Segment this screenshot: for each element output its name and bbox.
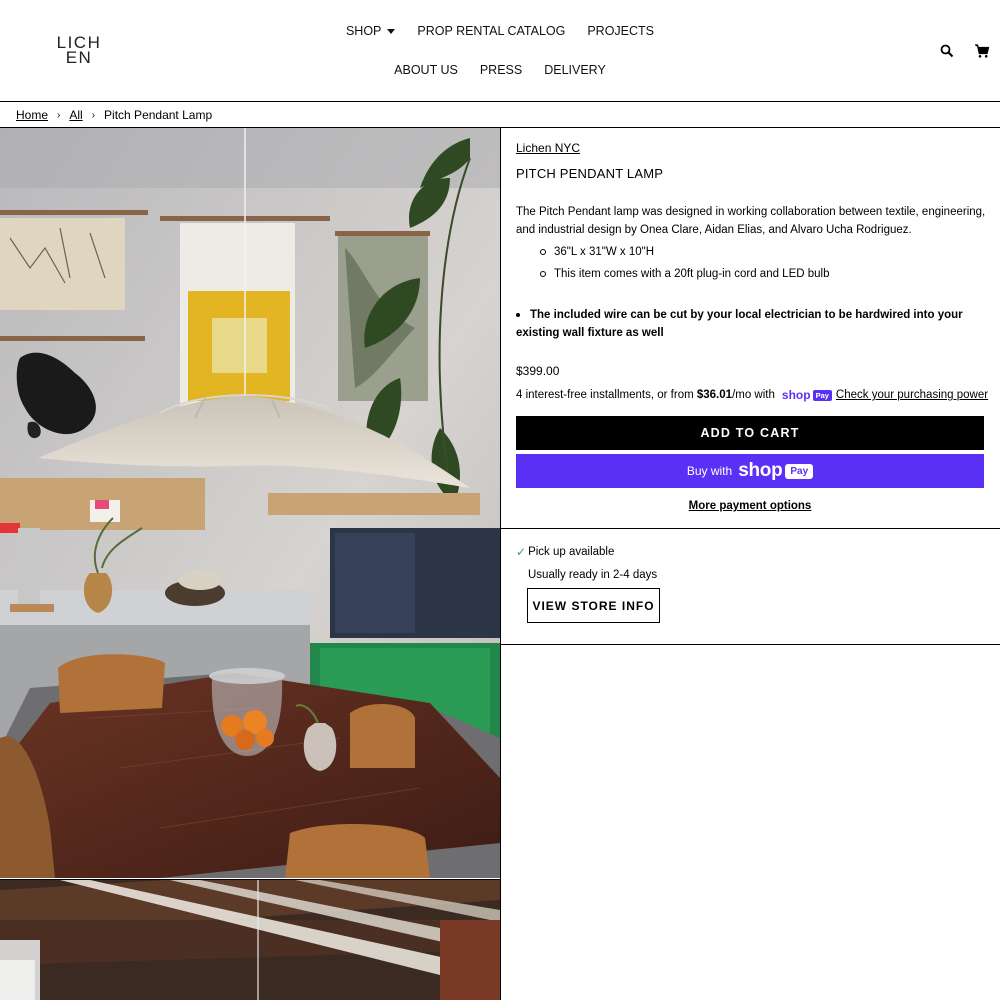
more-payment-options-link[interactable]: More payment options (516, 500, 984, 512)
cart-icon[interactable] (974, 43, 990, 59)
nav-projects[interactable]: PROJECTS (587, 24, 654, 38)
checkmark-icon: ✓ (516, 545, 527, 559)
pickup-status: Pick up available (528, 546, 615, 558)
nav-delivery[interactable]: DELIVERY (544, 63, 606, 77)
vendor-link[interactable]: Lichen NYC (516, 141, 580, 155)
breadcrumb-separator: › (57, 109, 61, 121)
divider (501, 528, 1000, 529)
installments-suffix: /mo with (732, 389, 775, 401)
shop-pay-wordmark: shop (781, 388, 811, 402)
pickup-availability: ✓ Pick up available (516, 545, 614, 559)
buy-with-shop-pay-button[interactable]: Buy with shop Pay (516, 454, 984, 488)
lamp-dining-room-photo (0, 128, 500, 878)
breadcrumb-current: Pitch Pendant Lamp (104, 108, 213, 122)
shop-pay-pill: Pay (785, 463, 814, 479)
product-description: The Pitch Pendant lamp was designed in w… (516, 206, 986, 236)
ceiling-beams-photo (0, 880, 500, 1000)
main-nav-row-2: ABOUT US PRESS DELIVERY (0, 63, 1000, 77)
installment-amount: $36.01 (696, 389, 733, 401)
product-title: PITCH PENDANT LAMP (516, 166, 664, 181)
caret-down-icon (387, 28, 396, 34)
pickup-ready-time: Usually ready in 2-4 days (528, 569, 658, 581)
spec-dimensions: 36"L x 31"W x 10"H (540, 241, 830, 263)
installments-prefix: 4 interest-free installments, or from (516, 389, 694, 401)
breadcrumb-all[interactable]: All (69, 108, 82, 122)
search-icon[interactable] (939, 43, 955, 59)
product-image-main[interactable] (0, 128, 500, 878)
nav-press[interactable]: PRESS (480, 63, 522, 77)
shop-pay-pill: Pay (812, 389, 832, 401)
breadcrumb-separator: › (91, 109, 96, 121)
logo[interactable]: LICH EN (55, 34, 103, 66)
nav-shop[interactable]: SHOP (345, 24, 396, 38)
shop-pay-wordmark: shop (738, 460, 783, 481)
wiring-note-text: The included wire can be cut by your loc… (516, 309, 963, 339)
divider (501, 644, 1000, 645)
shop-pay-logo: shop Pay (782, 388, 832, 402)
product-image-secondary[interactable] (0, 879, 500, 1000)
purchasing-power-link[interactable]: Check your purchasing power (836, 389, 988, 401)
view-store-info-button[interactable]: VIEW STORE INFO (527, 588, 660, 623)
site-header: LICH EN SHOP PROP RENTAL CATALOG PROJECT… (0, 0, 1000, 102)
nav-prop-rental-catalog[interactable]: PROP RENTAL CATALOG (417, 24, 565, 38)
main-nav-row-1: SHOP PROP RENTAL CATALOG PROJECTS (0, 24, 1000, 38)
spec-cord: This item comes with a 20ft plug-in cord… (540, 263, 830, 285)
wiring-note: The included wire can be cut by your loc… (516, 306, 986, 342)
breadcrumb: Home › All › Pitch Pendant Lamp (16, 108, 212, 122)
breadcrumb-home[interactable]: Home (16, 108, 48, 122)
nav-shop-label: SHOP (345, 24, 382, 38)
bullet-icon (516, 312, 520, 317)
installments-message: 4 interest-free installments, or from $3… (516, 388, 988, 402)
buy-now-prefix: Buy with (686, 464, 733, 478)
add-to-cart-button[interactable]: ADD TO CART (516, 416, 984, 450)
spec-list: 36"L x 31"W x 10"H This item comes with … (540, 241, 830, 285)
price: $399.00 (516, 364, 560, 378)
product-gallery (0, 128, 501, 1000)
nav-about-us[interactable]: ABOUT US (394, 63, 458, 77)
